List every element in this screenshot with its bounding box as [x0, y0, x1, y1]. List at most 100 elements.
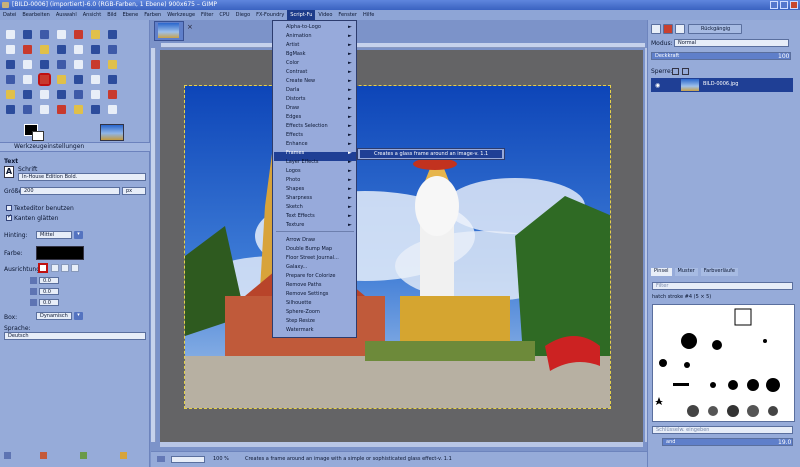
- scriptfu-item-sharpness[interactable]: Sharpness: [286, 194, 312, 203]
- horizontal-ruler[interactable]: [161, 43, 645, 48]
- scriptfu-item-photo[interactable]: Photo: [286, 176, 300, 185]
- scriptfu-item-text-effects[interactable]: Text Effects: [286, 212, 315, 221]
- restore-options-icon[interactable]: [80, 452, 87, 459]
- text-color-swatch[interactable]: [36, 246, 84, 260]
- scriptfu-item-bgmask[interactable]: BgMask: [286, 50, 305, 59]
- tool-button[interactable]: [108, 75, 117, 84]
- scriptfu-item-draw[interactable]: Draw: [286, 104, 299, 113]
- scriptfu-item-remove-settings[interactable]: Remove Settings: [286, 290, 328, 299]
- scriptfu-item-frames[interactable]: Frames: [286, 149, 304, 158]
- scriptfu-item-darla[interactable]: Darla: [286, 86, 299, 95]
- box-select[interactable]: Dynamisch: [36, 312, 72, 320]
- tab-muster[interactable]: Muster: [674, 268, 698, 276]
- tool-button[interactable]: [74, 105, 83, 114]
- brush-spacing-slider[interactable]: and: [662, 438, 793, 446]
- scriptfu-item-create-new[interactable]: Create New: [286, 77, 315, 86]
- justify-fill-button[interactable]: [71, 264, 79, 272]
- font-input[interactable]: In-House Edition Bold.: [18, 173, 146, 181]
- dock-tab-channels[interactable]: [663, 24, 673, 34]
- scriptfu-item-sphere-zoom[interactable]: Sphere-Zoom: [286, 308, 320, 317]
- scriptfu-item-alpha-to-logo[interactable]: Alpha-to-Logo: [286, 23, 321, 32]
- hinting-dropdown-icon[interactable]: ▾: [74, 231, 83, 239]
- tool-button[interactable]: [57, 45, 66, 54]
- justify-center-button[interactable]: [61, 264, 69, 272]
- menu-auswahl[interactable]: Auswahl: [53, 10, 80, 20]
- minimize-button[interactable]: [770, 1, 778, 9]
- close-button[interactable]: [790, 1, 798, 9]
- scriptfu-item-distorts[interactable]: Distorts: [286, 95, 306, 104]
- letter-spacing-input[interactable]: 0.0: [39, 299, 59, 306]
- menu-werkzeuge[interactable]: Werkzeuge: [164, 10, 198, 20]
- tool-button[interactable]: [74, 75, 83, 84]
- menu-filter[interactable]: Filter: [198, 10, 216, 20]
- tool-button[interactable]: [6, 60, 15, 69]
- tool-button[interactable]: [23, 30, 32, 39]
- font-preview-icon[interactable]: A: [4, 166, 14, 178]
- lock-pixels-icon[interactable]: [672, 68, 679, 75]
- scriptfu-item-shapes[interactable]: Shapes: [286, 185, 304, 194]
- line-spacing-input[interactable]: 0.0: [39, 288, 59, 295]
- lock-alpha-icon[interactable]: [682, 68, 689, 75]
- language-input[interactable]: Deutsch: [4, 332, 146, 340]
- box-dropdown-icon[interactable]: ▾: [74, 312, 83, 320]
- scriptfu-item-silhouette[interactable]: Silhouette: [286, 299, 311, 308]
- size-input[interactable]: 200: [20, 187, 120, 195]
- brush-filter-input[interactable]: Filter: [652, 282, 793, 290]
- tool-button[interactable]: [57, 75, 66, 84]
- scriptfu-item-floor-street-journal-[interactable]: Floor Street Journal...: [286, 254, 339, 263]
- menu-ebene[interactable]: Ebene: [120, 10, 142, 20]
- scriptfu-item-arrow-draw[interactable]: Arrow Draw: [286, 236, 315, 245]
- menu-cpu[interactable]: CPU: [216, 10, 232, 20]
- menu-datei[interactable]: Datei: [0, 10, 19, 20]
- image-canvas[interactable]: [184, 85, 611, 409]
- tool-button[interactable]: [91, 75, 100, 84]
- tool-button[interactable]: [6, 30, 15, 39]
- background-color[interactable]: [32, 131, 44, 141]
- maximize-button[interactable]: [780, 1, 788, 9]
- zoom-value[interactable]: 100 %: [213, 452, 229, 466]
- antialias-checkbox[interactable]: [6, 213, 12, 221]
- brush-tag-input[interactable]: Schlüsselw. eingeben: [652, 426, 793, 434]
- menu-bearbeiten[interactable]: Bearbeiten: [19, 10, 52, 20]
- justify-left-button[interactable]: [38, 263, 48, 273]
- tool-button[interactable]: [23, 45, 32, 54]
- tool-button[interactable]: [6, 90, 15, 99]
- reset-options-icon[interactable]: [120, 452, 127, 459]
- scriptfu-item-galaxy-[interactable]: Galaxy...: [286, 263, 307, 272]
- tool-button[interactable]: [91, 105, 100, 114]
- dock-tab-paths[interactable]: [675, 24, 685, 34]
- tool-button[interactable]: [74, 30, 83, 39]
- tool-button[interactable]: [74, 60, 83, 69]
- dock-tab-layers[interactable]: [651, 24, 661, 34]
- tool-button[interactable]: [40, 45, 49, 54]
- save-options-icon[interactable]: [4, 452, 11, 459]
- dock-tab-undo[interactable]: Rückgängig: [688, 24, 742, 34]
- scriptfu-item-sketch[interactable]: Sketch: [286, 203, 303, 212]
- indent-input[interactable]: 0.0: [39, 277, 59, 284]
- scriptfu-item-double-bump-map[interactable]: Double Bump Map: [286, 245, 332, 254]
- unit-select[interactable]: [171, 456, 205, 463]
- tool-button[interactable]: [57, 60, 66, 69]
- scriptfu-item-artist[interactable]: Artist: [286, 41, 299, 50]
- scriptfu-item-edges[interactable]: Edges: [286, 113, 301, 122]
- use-editor-checkbox[interactable]: [6, 205, 12, 211]
- scriptfu-item-remove-paths[interactable]: Remove Paths: [286, 281, 321, 290]
- horizontal-scrollbar[interactable]: [160, 442, 643, 447]
- scriptfu-item-enhance[interactable]: Enhance: [286, 140, 308, 149]
- menu-hilfe[interactable]: Hilfe: [360, 10, 377, 20]
- mode-select[interactable]: Normal: [674, 39, 789, 47]
- tab-farbverlaeufe[interactable]: Farbverläufe: [700, 268, 738, 276]
- delete-options-icon[interactable]: [40, 452, 47, 459]
- menu-diego[interactable]: Diego: [233, 10, 254, 20]
- scriptfu-item-prepare-for-colorize[interactable]: Prepare for Colorize: [286, 272, 335, 281]
- tool-button[interactable]: [6, 75, 15, 84]
- tool-button[interactable]: [40, 60, 49, 69]
- tool-button[interactable]: [91, 90, 100, 99]
- tool-button[interactable]: [91, 45, 100, 54]
- tool-button[interactable]: [23, 90, 32, 99]
- opacity-slider[interactable]: Deckkraft: [651, 52, 791, 60]
- tool-button[interactable]: [23, 105, 32, 114]
- scriptfu-item-color[interactable]: Color: [286, 59, 299, 68]
- tool-button[interactable]: [91, 60, 100, 69]
- scriptfu-item-step-resize[interactable]: Step Resize: [286, 317, 315, 326]
